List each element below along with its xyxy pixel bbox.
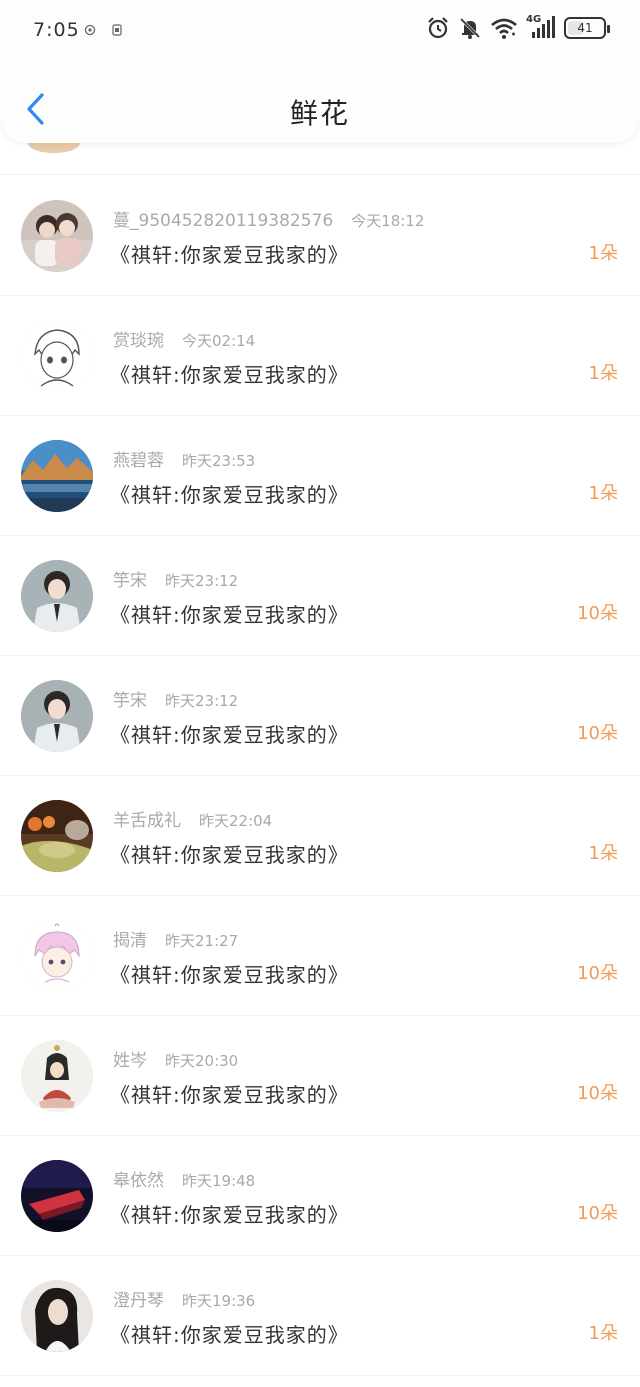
sent-time: 昨天21:27: [165, 932, 239, 950]
list-item[interactable]: 燕碧蓉 昨天23:53 《祺轩:你家爱豆我家的》 1朵: [0, 416, 640, 536]
sender-meta: 揭清 昨天21:27: [113, 926, 238, 951]
status-icons: 4G 41: [426, 14, 610, 40]
sent-time: 昨天23:12: [165, 572, 239, 590]
nav-bar: 鲜花: [0, 72, 640, 142]
avatar[interactable]: [21, 200, 93, 272]
message-text: 《祺轩:你家爱豆我家的》: [110, 723, 349, 747]
list-item[interactable]: 竽宋 昨天23:12 《祺轩:你家爱豆我家的》 10朵: [0, 656, 640, 776]
sender-name: 皋依然: [113, 1171, 164, 1191]
message-text: 《祺轩:你家爱豆我家的》: [110, 1323, 349, 1347]
sent-time: 昨天23:12: [165, 692, 239, 710]
status-time: 7:05: [33, 19, 80, 41]
avatar[interactable]: [21, 920, 93, 992]
sender-name: 澄丹琴: [113, 1291, 164, 1311]
message-text: 《祺轩:你家爱豆我家的》: [110, 1203, 349, 1227]
notification-icon: [84, 24, 96, 36]
list-item-partial: [0, 143, 640, 175]
message-text: 《祺轩:你家爱豆我家的》: [110, 243, 349, 267]
signal-icon: [532, 16, 555, 38]
flower-count: 1朵: [588, 843, 618, 864]
sent-time: 昨天20:30: [165, 1052, 239, 1070]
flower-count: 1朵: [588, 1323, 618, 1344]
sender-meta: 竽宋 昨天23:12: [113, 686, 238, 711]
status-bar: 7:05 4G 41: [0, 0, 640, 62]
avatar-remnant: [28, 143, 80, 153]
flower-count: 10朵: [577, 723, 618, 744]
sender-meta: 燕碧蓉 昨天23:53: [113, 446, 255, 471]
message-text: 《祺轩:你家爱豆我家的》: [110, 363, 349, 387]
sent-time: 昨天19:36: [182, 1292, 256, 1310]
message-text: 《祺轩:你家爱豆我家的》: [110, 963, 349, 987]
sender-name: 姓岑: [113, 1051, 147, 1071]
sender-meta: 澄丹琴 昨天19:36: [113, 1286, 255, 1311]
battery-level: 41: [577, 21, 593, 35]
avatar[interactable]: [21, 440, 93, 512]
flower-count: 1朵: [588, 363, 618, 384]
flower-count: 10朵: [577, 1203, 618, 1224]
flower-count: 1朵: [588, 483, 618, 504]
avatar[interactable]: [21, 1040, 93, 1112]
sender-meta: 羊舌成礼 昨天22:04: [113, 806, 272, 831]
flowers-page: 蔓_950452820119382576 今天18:12 《祺轩:你家爱豆我家的》…: [0, 0, 640, 1387]
sender-name: 蔓_950452820119382576: [113, 211, 334, 231]
sender-meta: 赏琰琬 今天02:14: [113, 326, 255, 351]
sent-time: 今天18:12: [351, 212, 425, 230]
avatar[interactable]: [21, 1280, 93, 1352]
sender-name: 揭清: [113, 931, 147, 951]
battery-icon: 41: [564, 17, 610, 39]
message-text: 《祺轩:你家爱豆我家的》: [110, 483, 349, 507]
cellular-signal: 4G: [526, 14, 556, 40]
header: 7:05 4G 41 鲜花: [0, 0, 640, 143]
list-item[interactable]: 姓岑 昨天20:30 《祺轩:你家爱豆我家的》 10朵: [0, 1016, 640, 1136]
sender-meta: 皋依然 昨天19:48: [113, 1166, 255, 1191]
flower-count: 1朵: [588, 243, 618, 264]
sim-icon: [112, 24, 122, 36]
sender-name: 羊舌成礼: [113, 811, 181, 831]
flower-count: 10朵: [577, 603, 618, 624]
list-item[interactable]: 澄丹琴 昨天19:36 《祺轩:你家爱豆我家的》 1朵: [0, 1256, 640, 1376]
message-text: 《祺轩:你家爱豆我家的》: [110, 1083, 349, 1107]
sent-time: 昨天22:04: [199, 812, 273, 830]
message-text: 《祺轩:你家爱豆我家的》: [110, 603, 349, 627]
flower-count: 10朵: [577, 1083, 618, 1104]
sender-meta: 姓岑 昨天20:30: [113, 1046, 238, 1071]
sender-name: 竽宋: [113, 571, 147, 591]
list-item[interactable]: 羊舌成礼 昨天22:04 《祺轩:你家爱豆我家的》 1朵: [0, 776, 640, 896]
list-item[interactable]: 蔓_950452820119382576 今天18:12 《祺轩:你家爱豆我家的》…: [0, 176, 640, 296]
list-item[interactable]: 皋依然 昨天19:48 《祺轩:你家爱豆我家的》 10朵: [0, 1136, 640, 1256]
alarm-icon: [428, 17, 448, 39]
sender-name: 竽宋: [113, 691, 147, 711]
avatar[interactable]: [21, 680, 93, 752]
sender-meta: 竽宋 昨天23:12: [113, 566, 238, 591]
mute-bell-icon: [459, 17, 481, 39]
list-item[interactable]: 揭清 昨天21:27 《祺轩:你家爱豆我家的》 10朵: [0, 896, 640, 1016]
avatar[interactable]: [21, 320, 93, 392]
avatar[interactable]: [21, 1160, 93, 1232]
sender-meta: 蔓_950452820119382576 今天18:12: [113, 206, 424, 231]
wifi-icon: [491, 18, 517, 39]
sent-time: 今天02:14: [182, 332, 256, 350]
list-item[interactable]: 竽宋 昨天23:12 《祺轩:你家爱豆我家的》 10朵: [0, 536, 640, 656]
message-text: 《祺轩:你家爱豆我家的》: [110, 843, 349, 867]
flower-count: 10朵: [577, 963, 618, 984]
sent-time: 昨天23:53: [182, 452, 256, 470]
sender-name: 赏琰琬: [113, 331, 164, 351]
sent-time: 昨天19:48: [182, 1172, 256, 1190]
avatar[interactable]: [21, 560, 93, 632]
page-title: 鲜花: [289, 97, 350, 130]
sender-name: 燕碧蓉: [113, 451, 164, 471]
avatar[interactable]: [21, 800, 93, 872]
list-item[interactable]: 赏琰琬 今天02:14 《祺轩:你家爱豆我家的》 1朵: [0, 296, 640, 416]
